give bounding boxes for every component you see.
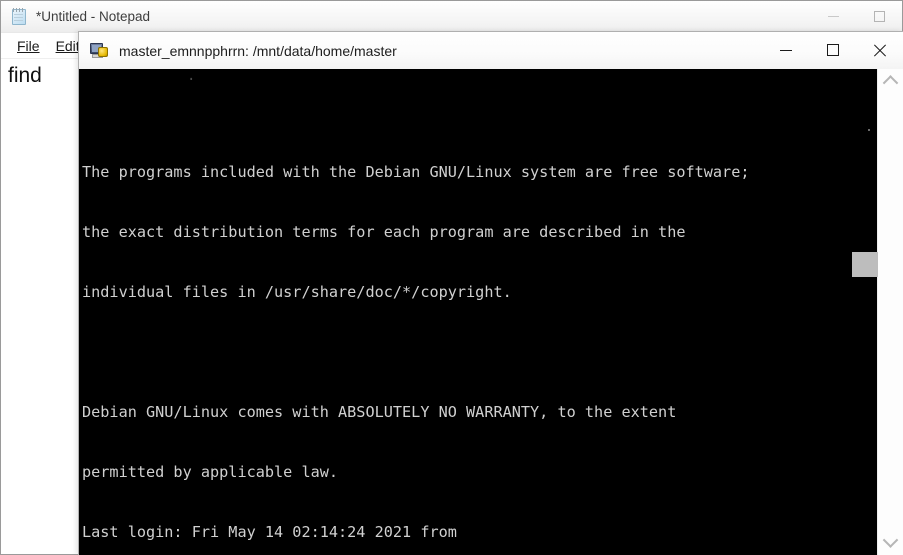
maximize-icon: [826, 44, 839, 56]
notepad-window-controls: [810, 1, 902, 33]
close-icon: [873, 44, 886, 57]
notepad-maximize-button[interactable]: [856, 1, 902, 32]
notepad-titlebar[interactable]: *Untitled - Notepad: [1, 1, 902, 33]
menu-item-file-label: File: [17, 37, 40, 54]
terminal-line: Debian GNU/Linux comes with ABSOLUTELY N…: [82, 403, 677, 421]
menu-item-edit-label: Edit: [55, 37, 80, 54]
terminal-line: Last login: Fri May 14 02:14:24 2021 fro…: [82, 523, 457, 541]
scrollbar-thumb-block[interactable]: [852, 252, 878, 277]
terminal-output: The programs included with the Debian GN…: [82, 69, 877, 555]
notepad-title: *Untitled - Notepad: [36, 9, 151, 24]
chevron-up-icon: [882, 74, 899, 91]
terminal-minimize-button[interactable]: [762, 32, 809, 68]
terminal-scrollbar[interactable]: [852, 69, 903, 555]
terminal-line: individual files in /usr/share/doc/*/cop…: [82, 283, 512, 301]
terminal-window[interactable]: master_emnnpphrrn: /mnt/data/home/master…: [78, 31, 903, 555]
notepad-icon: [10, 7, 28, 26]
minimize-icon: [827, 16, 839, 17]
notepad-minimize-button[interactable]: [810, 1, 856, 32]
terminal-screen[interactable]: · The programs included with the Debian …: [79, 69, 877, 555]
scrollbar-up-button[interactable]: [878, 69, 903, 93]
terminal-line: The programs included with the Debian GN…: [82, 163, 750, 181]
terminal-title: master_emnnpphrrn: /mnt/data/home/master: [119, 42, 397, 59]
terminal-line: permitted by applicable law.: [82, 463, 339, 481]
minimize-icon: [779, 49, 792, 51]
terminal-window-controls: [762, 32, 903, 69]
scrollbar-down-button[interactable]: [878, 529, 903, 553]
terminal-maximize-button[interactable]: [809, 32, 856, 68]
terminal-client-area[interactable]: · The programs included with the Debian …: [79, 69, 903, 555]
terminal-line: the exact distribution terms for each pr…: [82, 223, 686, 241]
chevron-down-icon: [882, 531, 899, 548]
terminal-titlebar[interactable]: master_emnnpphrrn: /mnt/data/home/master: [79, 32, 903, 69]
menu-item-file[interactable]: File: [9, 36, 48, 56]
terminal-close-button[interactable]: [856, 32, 903, 68]
terminal-computer-icon: [90, 42, 110, 60]
maximize-icon: [873, 11, 885, 22]
